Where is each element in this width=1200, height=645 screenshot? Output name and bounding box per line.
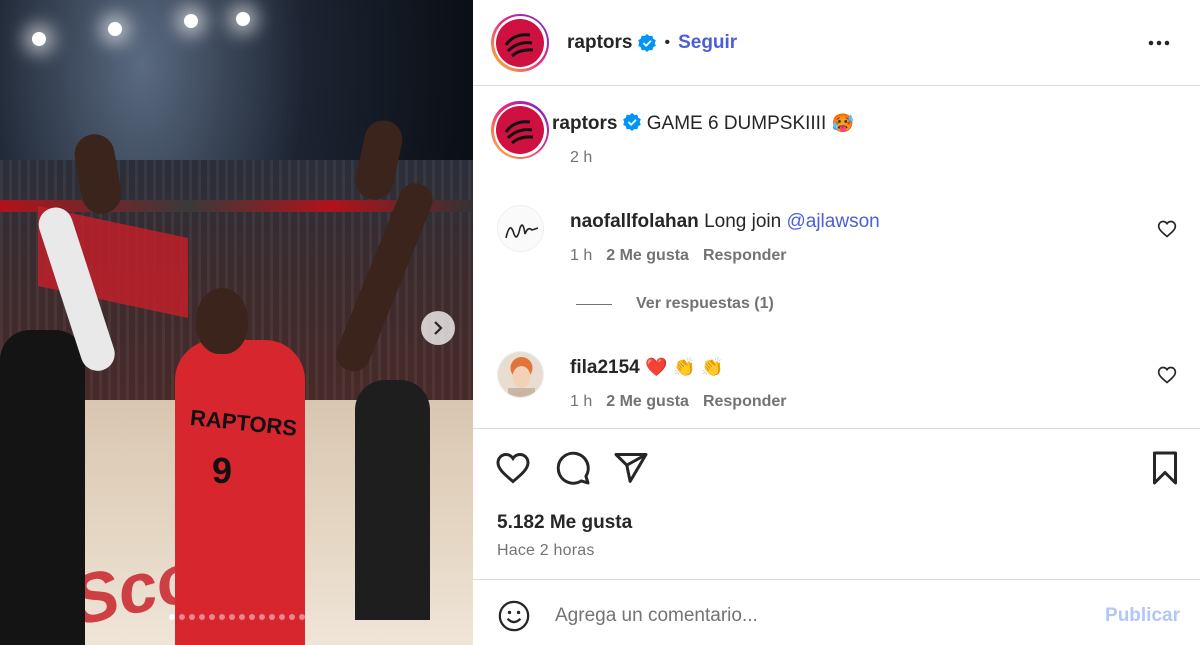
carousel-dot — [208, 614, 215, 620]
carousel-dot — [188, 614, 195, 620]
carousel-dot — [238, 614, 245, 620]
heart-icon — [1157, 220, 1177, 238]
user-avatar-icon — [498, 352, 543, 397]
save-button[interactable] — [1147, 450, 1183, 486]
post-header: raptors • Seguir — [473, 0, 1200, 86]
comment-icon — [556, 451, 590, 485]
heart-icon — [1157, 366, 1177, 384]
photographer-left — [0, 330, 85, 645]
post-actions: 5.182 Me gusta Hace 2 horas — [473, 430, 1200, 580]
comment-username[interactable]: fila2154 — [570, 357, 640, 378]
caption-timestamp[interactable]: 2 h — [570, 149, 592, 167]
chevron-right-icon — [434, 321, 443, 335]
like-button[interactable] — [495, 450, 531, 486]
avatar[interactable] — [497, 205, 544, 252]
carousel-dot — [298, 614, 305, 620]
caption-text: raptors GAME 6 DUMPSKIIII 🥵 — [552, 113, 854, 135]
comment-username[interactable]: naofallfolahan — [570, 211, 699, 232]
verified-icon — [623, 113, 642, 131]
bookmark-icon — [1153, 451, 1177, 485]
carousel-dot — [178, 614, 185, 620]
caption-emoji: 🥵 — [831, 113, 854, 134]
more-options-icon — [1148, 40, 1170, 46]
replies-divider-line — [576, 303, 612, 305]
reply-button[interactable]: Responder — [703, 393, 787, 411]
comments-section: raptors GAME 6 DUMPSKIIII 🥵 2 h naofallf… — [473, 87, 1200, 429]
verified-icon — [638, 33, 657, 52]
carousel-dot — [288, 614, 295, 620]
avatar[interactable] — [491, 13, 549, 72]
comment-like-button[interactable] — [1157, 365, 1177, 385]
carousel-dot — [198, 614, 205, 620]
more-options-button[interactable] — [1144, 28, 1174, 58]
carousel-dot — [268, 614, 275, 620]
post-media-image[interactable]: Scotia RAPTORS 9 — [0, 0, 473, 645]
carousel-next-button[interactable] — [421, 311, 455, 345]
view-replies-button[interactable]: Ver respuestas (1) — [576, 295, 774, 313]
jersey-number: 9 — [212, 450, 233, 491]
comment-likes-count[interactable]: 2 Me gusta — [606, 393, 689, 411]
photographer-right — [355, 380, 430, 620]
view-replies-label: Ver respuestas (1) — [636, 295, 774, 312]
comment-meta: 1 h 2 Me gusta Responder — [570, 393, 787, 411]
emoji-picker-button[interactable] — [497, 599, 531, 633]
comment-time[interactable]: 1 h — [570, 247, 592, 265]
raptors-logo-icon — [502, 24, 538, 61]
share-button[interactable] — [613, 450, 649, 486]
carousel-indicator — [0, 614, 473, 620]
comment-like-button[interactable] — [1157, 219, 1177, 239]
comment-likes-count[interactable]: 2 Me gusta — [606, 247, 689, 265]
emoji-icon — [498, 600, 530, 632]
signature-avatar-icon — [505, 224, 539, 239]
avatar[interactable] — [491, 101, 549, 159]
comment-body: ❤️ 👏 👏 — [645, 357, 724, 378]
comment-button[interactable] — [555, 450, 591, 486]
add-comment-bar: Publicar — [473, 581, 1200, 645]
avatar[interactable] — [497, 351, 544, 398]
carousel-dot — [168, 614, 175, 620]
comment-text: naofallfolahan Long join @ajlawson — [570, 211, 880, 233]
raptors-logo-icon — [502, 112, 538, 148]
reply-button[interactable]: Responder — [703, 247, 787, 265]
publish-button[interactable]: Publicar — [1105, 605, 1180, 627]
post-side-panel: raptors • Seguir raptors GAME 6 DUMPSKII… — [473, 0, 1200, 645]
caption — [491, 101, 549, 159]
comment-mention-link[interactable]: @ajlawson — [786, 211, 879, 232]
comment-body: Long join — [704, 211, 787, 232]
likes-count[interactable]: 5.182 Me gusta — [497, 512, 632, 534]
caption-body: GAME 6 DUMPSKIIII — [646, 113, 827, 134]
share-icon — [614, 453, 648, 483]
follow-button[interactable]: Seguir — [678, 32, 737, 54]
comment-text: fila2154 ❤️ 👏 👏 — [570, 357, 724, 379]
player-jersey — [175, 340, 305, 645]
header-separator: • — [664, 33, 671, 51]
carousel-dot — [248, 614, 255, 620]
post-author-username[interactable]: raptors — [567, 32, 632, 54]
carousel-dot — [218, 614, 225, 620]
post-timestamp[interactable]: Hace 2 horas — [497, 542, 595, 560]
carousel-dot — [228, 614, 235, 620]
caption-author[interactable]: raptors — [552, 113, 617, 134]
player-head — [196, 288, 248, 354]
heart-icon — [496, 452, 530, 484]
comment-input[interactable] — [555, 599, 1075, 633]
comment-time[interactable]: 1 h — [570, 393, 592, 411]
comment-meta: 1 h 2 Me gusta Responder — [570, 247, 787, 265]
carousel-dot — [258, 614, 265, 620]
carousel-dot — [278, 614, 285, 620]
